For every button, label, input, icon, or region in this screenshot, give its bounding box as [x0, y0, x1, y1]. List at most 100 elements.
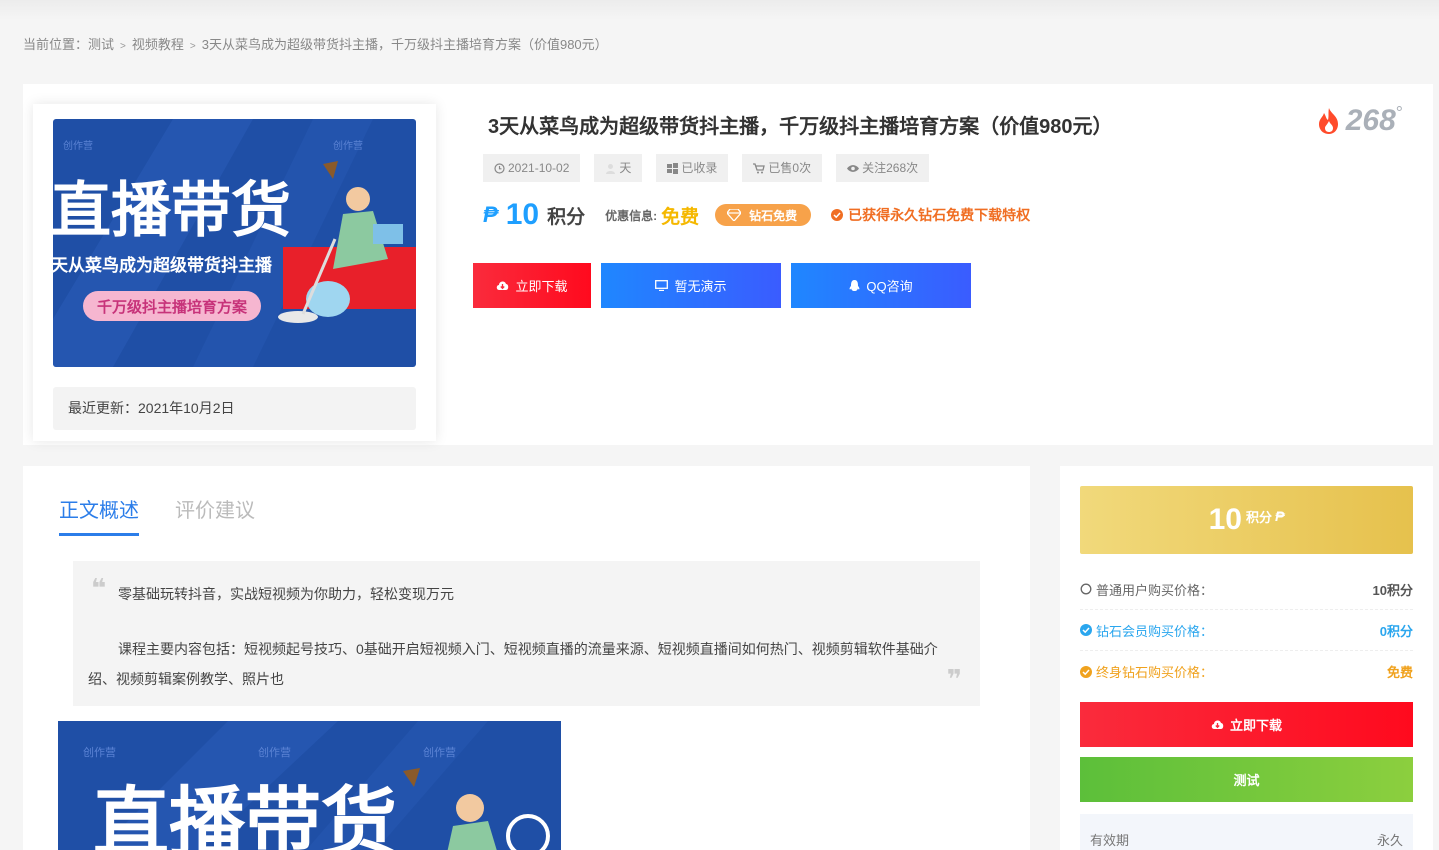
- svg-text:创作营: 创作营: [83, 745, 116, 759]
- purchase-sidebar: 10 积分 ₱ 普通用户购买价格： 10积分 钻石会员购买价格： 0积分 终身钻…: [1060, 466, 1433, 850]
- action-buttons: 立即下载 暂无演示 QQ咨询: [473, 263, 981, 308]
- breadcrumb-separator: >: [189, 41, 196, 52]
- price-row-lifetime: 终身钻石购买价格： 免费: [1080, 651, 1413, 692]
- breadcrumb: 当前位置：测试 > 视频教程 >3天从菜鸟成为超级带货抖主播，千万级抖主播培育方案（价…: [23, 34, 608, 53]
- price-row-lifetime-label: 终身钻石购买价格：: [1096, 665, 1214, 680]
- price-row-diamond-value: 0积分: [1379, 623, 1413, 639]
- download-button[interactable]: 立即下载: [473, 263, 591, 308]
- thumbnail-illustration: 创作营 创作营 直播带货 天从菜鸟成为超级带货抖主播 千万级抖主播培育方案: [53, 119, 416, 367]
- promo-value: 免费: [661, 206, 700, 228]
- meta-date: 2021-10-02: [483, 154, 581, 182]
- svg-text:创作营: 创作营: [63, 139, 93, 152]
- thumbnail-box: 创作营 创作营 直播带货 天从菜鸟成为超级带货抖主播 千万级抖主播培育方案 最近…: [33, 104, 436, 441]
- promo-label: 优惠信息:: [605, 208, 658, 223]
- meta-date-text: 2021-10-02: [508, 161, 570, 175]
- svg-text:创作营: 创作营: [423, 745, 456, 759]
- meta-sold: 已售0次: [742, 154, 823, 182]
- qq-consult-button-label: QQ咨询: [866, 279, 913, 294]
- check-circle-icon: [1080, 665, 1092, 678]
- cloud-download-icon: [497, 281, 509, 290]
- article-illustration: 创作营 创作营 创作营 直播带货: [58, 721, 561, 850]
- vip-note: 已获得永久钻石免费下载特权: [831, 205, 1030, 225]
- sidebar-price-value: 10: [1208, 503, 1242, 536]
- price-value: 10: [505, 198, 540, 231]
- validity-row: 有效期 永久: [1080, 814, 1413, 850]
- vip-badge[interactable]: 钻石免费: [715, 204, 812, 226]
- breadcrumb-separator: >: [120, 41, 126, 52]
- quote-paragraph-2: 课程主要内容包括：短视频起号技巧、0基础开启短视频入门、短视频直播的流量来源、短…: [88, 641, 938, 687]
- breadcrumb-current: 3天从菜鸟成为超级带货抖主播，千万级抖主播培育方案（价值980元）: [201, 37, 608, 52]
- points-icon: ₱: [483, 202, 498, 227]
- monitor-icon: [655, 280, 669, 291]
- sidebar-price-unit: 积分: [1246, 509, 1273, 525]
- cloud-download-icon: [1211, 720, 1224, 729]
- breadcrumb-link-video[interactable]: 视频教程: [132, 37, 184, 52]
- meta-author-text: 天: [619, 161, 632, 175]
- breadcrumb-prefix: 当前位置：: [23, 37, 89, 52]
- meta-indexed-text: 已收录: [681, 161, 718, 175]
- price-unit: 积分: [547, 206, 586, 228]
- meta-row: 2021-10-02 天 已收录 已售0次 关注268次: [483, 154, 943, 182]
- meta-followers: 关注268次: [836, 154, 930, 182]
- tab-overview[interactable]: 正文概述: [59, 494, 139, 536]
- price-banner: 10 积分 ₱: [1080, 486, 1413, 554]
- meta-sold-text: 已售0次: [768, 161, 812, 175]
- svg-text:创作营: 创作营: [258, 745, 291, 759]
- price-row-normal: 普通用户购买价格： 10积分: [1080, 569, 1413, 610]
- svg-text:千万级抖主播培育方案: 千万级抖主播培育方案: [97, 298, 248, 316]
- summary-quote: ❝ 零基础玩转抖音，实战短视频为你助力，轻松变现万元 课程主要内容包括：短视频起…: [73, 561, 980, 706]
- article-image: 创作营 创作营 创作营 直播带货: [58, 721, 561, 850]
- cart-icon: [753, 162, 766, 173]
- circle-icon: [1080, 583, 1092, 595]
- price-row-diamond: 钻石会员购买价格： 0积分: [1080, 610, 1413, 651]
- breadcrumb-link-test[interactable]: 测试: [88, 37, 114, 52]
- meta-followers-text: 关注268次: [862, 161, 919, 175]
- heat-count: 268: [1345, 104, 1396, 137]
- price-row-lifetime-value: 免费: [1386, 665, 1413, 680]
- validity-label: 有效期: [1090, 833, 1130, 848]
- heat-degree: °: [1395, 102, 1403, 123]
- price-row-normal-value: 10积分: [1372, 582, 1413, 598]
- meta-author[interactable]: 天: [594, 154, 643, 182]
- price-row-diamond-label: 钻石会员购买价格：: [1096, 623, 1214, 639]
- qq-consult-button[interactable]: QQ咨询: [791, 263, 971, 308]
- svg-text:直播带货: 直播带货: [93, 778, 397, 850]
- fire-icon: [1318, 108, 1338, 134]
- demo-button-label: 暂无演示: [674, 279, 727, 294]
- heat-indicator: 268 °: [1316, 102, 1403, 138]
- sidebar-download-button[interactable]: 立即下载: [1080, 702, 1413, 747]
- price-row-normal-label: 普通用户购买价格：: [1096, 582, 1214, 598]
- quote-paragraph-1: 零基础玩转抖音，实战短视频为你助力，轻松变现万元: [118, 586, 454, 602]
- svg-text:创作营: 创作营: [333, 139, 363, 152]
- tab-reviews[interactable]: 评价建议: [175, 494, 255, 536]
- price-row: ₱ 10 积分 优惠信息: 免费 钻石免费 已获得永久钻石免费下载特权: [483, 198, 1030, 232]
- vip-note-text: 已获得永久钻石免费下载特权: [848, 207, 1031, 223]
- article-tabs: 正文概述 评价建议: [59, 494, 291, 536]
- product-thumbnail[interactable]: 创作营 创作营 直播带货 天从菜鸟成为超级带货抖主播 千万级抖主播培育方案: [53, 119, 416, 367]
- windows-icon: [667, 162, 679, 174]
- product-card: 创作营 创作营 直播带货 天从菜鸟成为超级带货抖主播 千万级抖主播培育方案 最近…: [23, 84, 1433, 445]
- top-bar: [0, 0, 1439, 20]
- vip-badge-text: 钻石免费: [749, 208, 798, 223]
- quote-close-icon: ❞: [946, 664, 962, 694]
- check-circle-icon: [831, 209, 844, 221]
- svg-text:直播带货: 直播带货: [53, 176, 291, 246]
- meta-indexed: 已收录: [656, 154, 729, 182]
- article-panel: 正文概述 评价建议 ❝ 零基础玩转抖音，实战短视频为你助力，轻松变现万元 课程主…: [23, 466, 1030, 850]
- svg-text:天从菜鸟成为超级带货抖主播: 天从菜鸟成为超级带货抖主播: [53, 255, 273, 276]
- download-button-label: 立即下载: [515, 279, 568, 294]
- user-icon: [606, 163, 616, 174]
- check-circle-icon: [1080, 624, 1092, 636]
- eye-icon: [847, 164, 860, 172]
- product-title: 3天从菜鸟成为超级带货抖主播，千万级抖主播培育方案（价值980元）: [488, 116, 1113, 138]
- points-icon: ₱: [1275, 508, 1285, 524]
- qq-icon: [849, 279, 860, 291]
- quote-open-icon: ❝: [91, 573, 107, 603]
- last-update: 最近更新：2021年10月2日: [53, 387, 416, 430]
- demo-button[interactable]: 暂无演示: [601, 263, 781, 308]
- test-button[interactable]: 测试: [1080, 757, 1413, 802]
- clock-icon: [494, 162, 505, 174]
- sidebar-download-label: 立即下载: [1229, 718, 1282, 733]
- validity-value: 永久: [1376, 833, 1403, 848]
- diamond-icon: [727, 209, 742, 221]
